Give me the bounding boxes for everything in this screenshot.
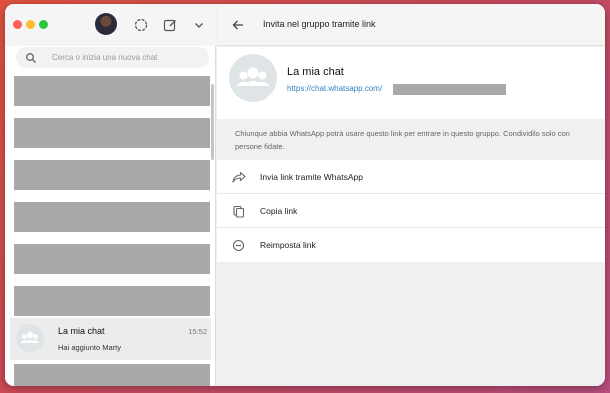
copy-icon xyxy=(232,205,245,218)
sidebar: La mia chat 15:52 Hai aggiunto Marty xyxy=(5,4,216,386)
redacted-chat-row[interactable] xyxy=(14,118,210,148)
chat-list[interactable]: La mia chat 15:52 Hai aggiunto Marty xyxy=(5,74,216,386)
search-icon xyxy=(25,51,37,63)
page-title: Invita nel gruppo tramite link xyxy=(263,19,376,29)
back-arrow-icon[interactable] xyxy=(231,18,245,32)
action-label: Copia link xyxy=(260,206,298,216)
menu-chevron-icon[interactable] xyxy=(191,17,207,33)
main-panel: Invita nel gruppo tramite link La mia ch… xyxy=(217,4,605,386)
new-chat-icon[interactable] xyxy=(162,17,178,33)
group-info-card: La mia chat https://chat.whatsapp.com/ xyxy=(217,47,605,119)
group-avatar xyxy=(229,54,277,102)
close-window-button[interactable] xyxy=(13,20,22,29)
redacted-link-code xyxy=(393,84,506,95)
zoom-window-button[interactable] xyxy=(39,20,48,29)
app-window: La mia chat 15:52 Hai aggiunto Marty Inv… xyxy=(5,4,605,386)
redacted-chat-row[interactable] xyxy=(14,202,210,232)
search-bar[interactable] xyxy=(16,47,209,68)
action-label: Reimposta link xyxy=(260,240,316,250)
action-label: Invia link tramite WhatsApp xyxy=(260,172,363,182)
sidebar-titlebar xyxy=(5,4,216,46)
chat-preview: Hai aggiunto Marty xyxy=(58,343,121,352)
redacted-chat-row[interactable] xyxy=(14,364,210,386)
send-link-via-whatsapp-button[interactable]: Invia link tramite WhatsApp xyxy=(217,160,605,194)
sidebar-scrollbar[interactable] xyxy=(211,84,214,160)
chat-timestamp: 15:52 xyxy=(188,327,207,336)
share-icon xyxy=(232,171,246,184)
profile-avatar[interactable] xyxy=(95,13,117,35)
status-icon[interactable] xyxy=(133,17,149,33)
invite-link[interactable]: https://chat.whatsapp.com/ xyxy=(287,84,382,93)
group-name: La mia chat xyxy=(287,66,344,78)
minimize-window-button[interactable] xyxy=(26,20,35,29)
redacted-chat-row[interactable] xyxy=(14,160,210,190)
revoke-icon xyxy=(232,239,245,252)
chat-name: La mia chat xyxy=(58,326,105,336)
group-icon xyxy=(20,331,40,343)
copy-link-button[interactable]: Copia link xyxy=(217,194,605,228)
reset-link-button[interactable]: Reimposta link xyxy=(217,228,605,262)
group-icon xyxy=(236,67,270,86)
invite-info-text: Chiunque abbia WhatsApp potrà usare ques… xyxy=(235,129,570,151)
link-actions: Invia link tramite WhatsApp Copia link R… xyxy=(217,160,605,262)
redacted-chat-row[interactable] xyxy=(14,76,210,106)
panel-header: Invita nel gruppo tramite link xyxy=(217,4,605,46)
group-avatar xyxy=(16,324,44,352)
search-input[interactable] xyxy=(52,47,202,68)
redacted-chat-row[interactable] xyxy=(14,286,210,316)
chat-list-item[interactable]: La mia chat 15:52 Hai aggiunto Marty xyxy=(10,318,211,360)
redacted-chat-row[interactable] xyxy=(14,244,210,274)
